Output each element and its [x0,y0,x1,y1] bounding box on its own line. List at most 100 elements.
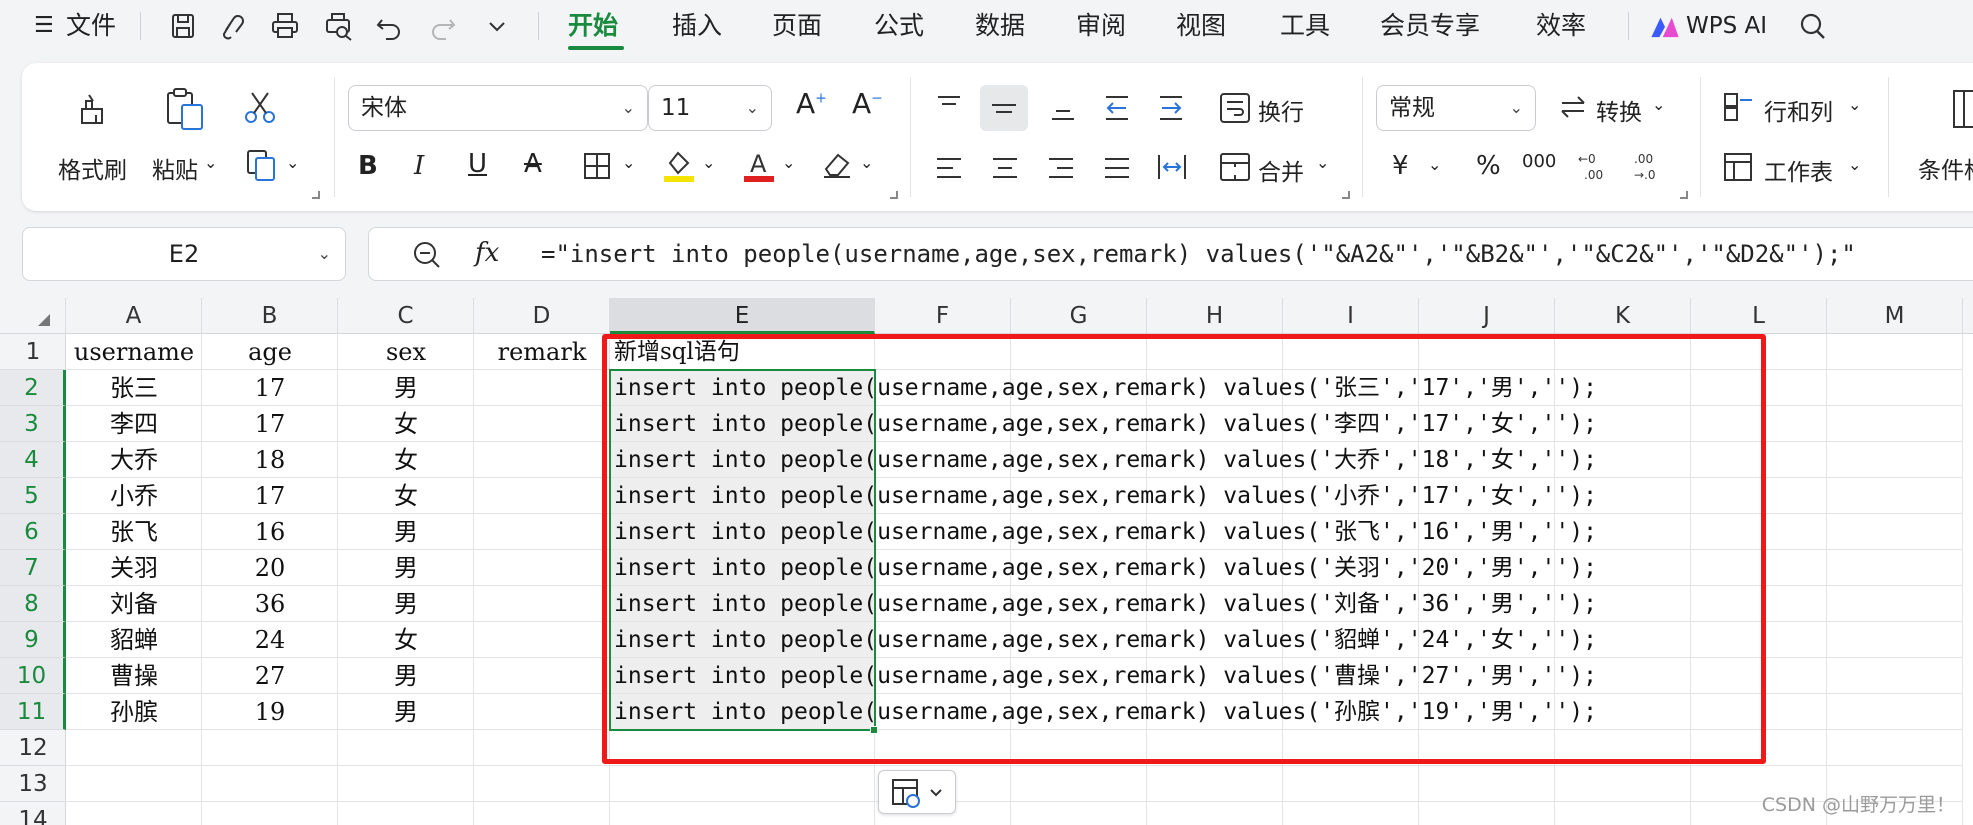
column-header-c[interactable]: C [338,298,474,334]
cell-b1[interactable]: age [202,334,338,370]
row-header-10[interactable]: 10 [0,658,66,694]
cell-a6[interactable]: 张飞 [66,514,202,550]
formula-input[interactable]: ="insert into people(username,age,sex,re… [541,228,1856,280]
cell-b7[interactable]: 20 [202,550,338,586]
worksheet-icon[interactable] [1722,151,1754,183]
column-header-b[interactable]: B [202,298,338,334]
dialog-launcher-icon[interactable] [312,191,320,199]
increase-decimal-icon[interactable]: ←0.00 [1576,149,1610,183]
distributed-align-icon[interactable] [1156,151,1188,183]
chevron-down-icon[interactable]: ⌄ [782,153,795,172]
cut-icon[interactable] [240,87,280,127]
dialog-launcher-icon[interactable] [1342,191,1350,199]
cell-a1[interactable]: username [66,334,202,370]
cell-c8[interactable]: 男 [338,586,474,622]
fill-color-icon[interactable] [662,147,696,183]
increase-font-icon[interactable]: A+ [796,87,827,120]
thousands-separator-icon[interactable]: 000 [1522,151,1556,172]
paste-label[interactable]: 粘贴 [152,151,198,185]
save-icon[interactable] [166,10,200,42]
tab-insert[interactable]: 插入 [672,0,722,52]
column-header-k[interactable]: K [1555,298,1691,334]
rows-cols-label[interactable]: 行和列 [1764,93,1833,127]
cell-c7[interactable]: 男 [338,550,474,586]
decrease-indent-icon[interactable] [1102,93,1132,123]
merge-cells-icon[interactable] [1218,151,1252,183]
column-header-e[interactable]: E [610,298,875,334]
row-header-4[interactable]: 4 [0,442,66,478]
dialog-launcher-icon[interactable] [890,191,898,199]
row-header-9[interactable]: 9 [0,622,66,658]
file-menu[interactable]: 文件 [66,0,116,52]
chevron-down-icon[interactable]: ⌄ [1428,155,1441,174]
currency-icon[interactable]: ¥ [1392,151,1409,181]
chevron-down-icon[interactable]: ⌄ [702,153,715,172]
cell-c9[interactable]: 女 [338,622,474,658]
cell-a4[interactable]: 大乔 [66,442,202,478]
tab-efficiency[interactable]: 效率 [1536,0,1586,52]
cell-b5[interactable]: 17 [202,478,338,514]
function-icon[interactable]: fx [475,238,499,268]
align-right-icon[interactable] [1046,153,1076,183]
strikethrough-icon[interactable]: A [524,149,542,179]
chevron-down-icon[interactable]: ⌄ [1316,153,1329,172]
link-icon[interactable] [216,10,250,42]
row-header-7[interactable]: 7 [0,550,66,586]
cell-c3[interactable]: 女 [338,406,474,442]
column-header-i[interactable]: I [1283,298,1419,334]
convert-icon[interactable] [1556,91,1590,123]
cell-b6[interactable]: 16 [202,514,338,550]
font-size-select[interactable]: 11 ⌄ [648,85,772,131]
undo-icon[interactable] [372,10,406,42]
tab-start[interactable]: 开始 [568,0,618,52]
tab-formula[interactable]: 公式 [874,0,924,52]
copy-icon[interactable] [244,147,280,183]
cell-c6[interactable]: 男 [338,514,474,550]
wrap-text-label[interactable]: 换行 [1258,93,1304,127]
cell-c11[interactable]: 男 [338,694,474,730]
chevron-down-icon[interactable]: ⌄ [622,153,635,172]
cell-c5[interactable]: 女 [338,478,474,514]
cell-c4[interactable]: 女 [338,442,474,478]
chevron-down-icon[interactable] [480,10,514,42]
cell-c1[interactable]: sex [338,334,474,370]
clear-format-icon[interactable] [820,149,854,181]
column-header-d[interactable]: D [474,298,610,334]
chevron-down-icon[interactable]: ⌄ [1652,95,1665,114]
chevron-down-icon[interactable]: ⌄ [286,153,299,172]
convert-label[interactable]: 转换 [1596,93,1642,127]
wrap-text-icon[interactable] [1218,91,1252,125]
row-header-6[interactable]: 6 [0,514,66,550]
wps-ai-button[interactable]: WPS AI [1686,0,1767,52]
tab-tools[interactable]: 工具 [1280,0,1330,52]
align-middle-icon[interactable] [980,85,1028,131]
align-left-icon[interactable] [934,153,964,183]
column-header-f[interactable]: F [875,298,1011,334]
column-header-j[interactable]: J [1419,298,1555,334]
formula-bar[interactable]: fx ="insert into people(username,age,sex… [368,227,1973,281]
percent-icon[interactable]: % [1476,151,1501,181]
cell-a2[interactable]: 张三 [66,370,202,406]
decrease-decimal-icon[interactable]: .00 →.0 [1632,149,1666,183]
chevron-down-icon[interactable]: ⌄ [1848,95,1861,114]
paste-options-button[interactable] [878,770,956,814]
column-header-h[interactable]: H [1147,298,1283,334]
print-icon[interactable] [268,10,302,42]
chevron-down-icon[interactable]: ⌄ [860,153,873,172]
row-header-1[interactable]: 1 [0,334,66,370]
rows-cols-icon[interactable] [1722,91,1754,123]
cell-b4[interactable]: 18 [202,442,338,478]
cell-b9[interactable]: 24 [202,622,338,658]
cell-a8[interactable]: 刘备 [66,586,202,622]
format-painter-icon[interactable] [70,87,114,131]
font-name-select[interactable]: 宋体 ⌄ [348,85,648,131]
cell-b11[interactable]: 19 [202,694,338,730]
cell-d1[interactable]: remark [474,334,610,370]
name-box[interactable]: E2 ⌄ [22,227,346,281]
row-header-3[interactable]: 3 [0,406,66,442]
align-top-icon[interactable] [934,93,964,123]
cell-a10[interactable]: 曹操 [66,658,202,694]
row-header-12[interactable]: 12 [0,730,66,766]
select-all-corner[interactable] [0,298,66,334]
row-header-8[interactable]: 8 [0,586,66,622]
